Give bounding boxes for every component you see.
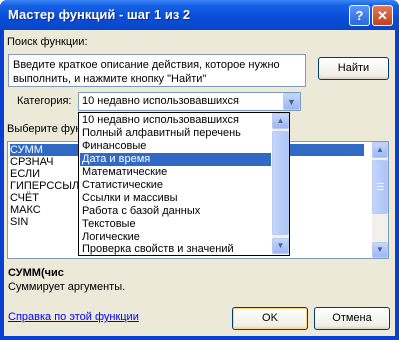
- chevron-down-icon[interactable]: ▼: [283, 93, 300, 110]
- category-option[interactable]: Статистические: [80, 179, 271, 192]
- category-selected-value: 10 недавно использовавшихся: [82, 95, 240, 107]
- category-dropdown-scrollbar[interactable]: ▲ ▼: [272, 113, 289, 255]
- category-option[interactable]: Проверка свойств и значений: [80, 243, 271, 256]
- scroll-thumb[interactable]: [272, 131, 289, 235]
- arrow-down-icon[interactable]: ▼: [272, 238, 289, 254]
- help-button[interactable]: ?: [349, 5, 370, 26]
- close-button[interactable]: ✕: [372, 5, 393, 26]
- ok-button[interactable]: OK: [232, 307, 308, 330]
- category-option[interactable]: Полный алфавитный перечень: [80, 127, 271, 140]
- arrow-up-icon[interactable]: ▲: [372, 142, 388, 158]
- function-list-label: Выберите функ: [7, 123, 87, 135]
- function-wizard-dialog: Мастер функций - шаг 1 из 2 ? ✕ Поиск фу…: [0, 0, 399, 340]
- category-dropdown-list[interactable]: 10 недавно использовавшихся Полный алфав…: [78, 112, 290, 256]
- close-icon: ✕: [377, 8, 388, 23]
- find-button[interactable]: Найти: [318, 57, 389, 80]
- function-summary: Суммирует аргументы.: [8, 281, 126, 293]
- category-option[interactable]: Текстовые: [80, 218, 271, 231]
- category-option-highlighted[interactable]: Дата и время: [80, 153, 271, 166]
- arrow-down-icon[interactable]: ▼: [372, 242, 388, 258]
- arrow-up-icon[interactable]: ▲: [272, 113, 289, 129]
- question-icon: ?: [355, 8, 364, 23]
- search-label: Поиск функции:: [7, 36, 88, 48]
- scroll-thumb[interactable]: [372, 160, 388, 214]
- category-option[interactable]: Финансовые: [80, 140, 271, 153]
- ok-button-label: OK: [262, 312, 278, 324]
- title-bar[interactable]: Мастер функций - шаг 1 из 2 ? ✕: [0, 0, 399, 30]
- category-select[interactable]: 10 недавно использовавшихся ▼: [78, 92, 301, 111]
- function-signature: СУММ(чис: [8, 267, 64, 279]
- category-label: Категория:: [17, 95, 72, 107]
- function-list-scrollbar[interactable]: ▲ ▼: [372, 142, 388, 258]
- search-input[interactable]: Введите краткое описание действия, котор…: [8, 54, 306, 87]
- cancel-button-label: Отмена: [332, 312, 372, 324]
- category-option[interactable]: Ссылки и массивы: [80, 192, 271, 205]
- category-option[interactable]: Работа с базой данных: [80, 205, 271, 218]
- window-title: Мастер функций - шаг 1 из 2: [8, 7, 191, 22]
- category-option[interactable]: 10 недавно использовавшихся: [80, 114, 271, 127]
- category-option[interactable]: Математические: [80, 166, 271, 179]
- cancel-button[interactable]: Отмена: [314, 307, 390, 330]
- help-on-function-link[interactable]: Справка по этой функции: [8, 311, 139, 323]
- find-button-label: Найти: [337, 62, 370, 74]
